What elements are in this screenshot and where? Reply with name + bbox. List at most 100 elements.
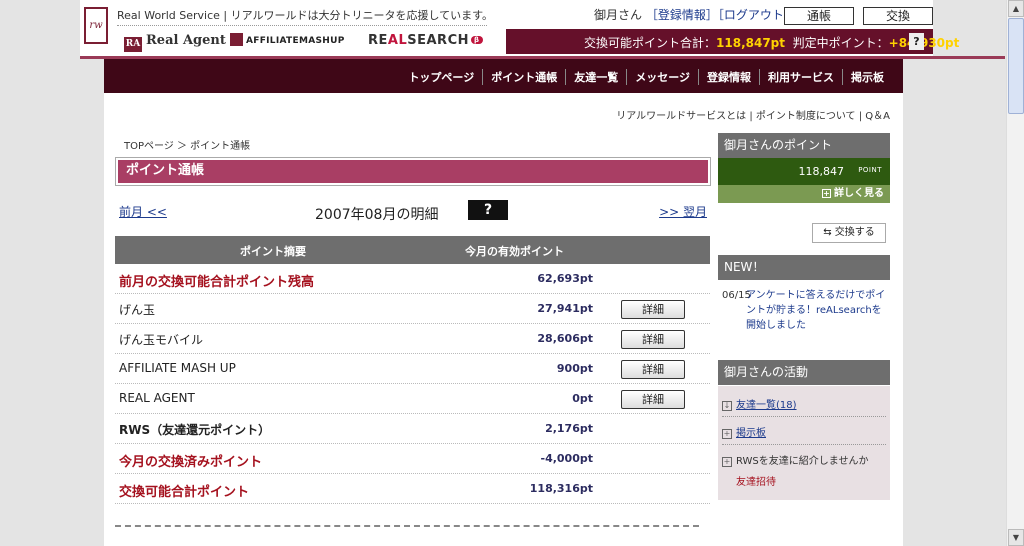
row-label: REAL AGENT [119,391,195,405]
row-value: 900pt [556,362,593,375]
divider [722,444,886,445]
realsearch-search: SEARCH [407,33,469,48]
invite-link[interactable]: 友達招待 [722,473,886,488]
main-content: トップページ ポイント通帳 友達一覧 メッセージ 登録情報 利用サービス 掲示板 リアルワー… [104,59,903,546]
exchange-points-label: 交換する [834,227,875,238]
col-header-summary: ポイント摘要 [240,245,306,258]
breadcrumb: TOPページ ＞ ポイント通帳 [124,141,251,152]
row-value: 27,941pt [537,302,593,315]
nav-item-0[interactable]: トップページ [400,69,482,85]
row-label: 前月の交換可能合計ポイント残高 [119,275,315,290]
nav-item-1[interactable]: ポイント通帳 [482,69,565,85]
row-label: げん玉 [119,303,156,317]
points-widget-value: 118,847 POINT [718,158,890,185]
nav-item-3[interactable]: メッセージ [626,69,698,85]
more-details-label: 詳しく見る [834,188,884,199]
page-title: ポイント通帳 [118,160,708,183]
row-value: 0pt [572,392,593,405]
exchange-icon: ⇆ [823,227,835,238]
more-details-link[interactable]: + 詳しく見る [718,185,890,203]
detail-button[interactable]: 詳細 [621,300,685,319]
prev-month-link[interactable]: 前月 << [119,203,167,220]
help-question-icon[interactable]: ? [468,200,508,220]
exchange-points-button[interactable]: ⇆ 交換する [812,223,886,243]
row-label: 交換可能合計ポイント [119,485,250,500]
nav-item-2[interactable]: 友達一覧 [565,69,626,85]
news-link[interactable]: アンケートに答えるだけでポイントが貯まる！reALsearchを開始しました [746,288,886,333]
row-value: -4,000pt [540,452,594,465]
row-value: 62,693pt [537,272,593,285]
table-row: げん玉モバイル 28,606pt 詳細 [115,324,710,354]
detail-button[interactable]: 詳細 [621,360,685,379]
detail-button[interactable]: 詳細 [621,390,685,409]
table-row: 交換可能合計ポイント 118,316pt [115,474,710,504]
activity-title: 御月さんの活動 [718,360,890,385]
header: rw Real World Service | リアルワールドは大分トリニータを… [80,0,959,56]
vertical-scrollbar[interactable]: ▲ ▼ [1006,0,1024,546]
invite-text: RWSを友達に紹介しませんか [736,456,869,467]
row-label: AFFILIATE MASH UP [119,361,236,375]
activity-invite: + RWSを友達に紹介しませんか友達招待 [722,452,886,488]
nav-item-5[interactable]: 利用サービス [759,69,842,85]
news-title: NEW！ [718,255,890,280]
scroll-up-icon[interactable]: ▲ [1008,0,1024,17]
points-value: 118,847pt [716,36,785,50]
realsearch-logo[interactable]: REALSEARCH β [368,33,483,48]
divider [117,25,487,26]
real-agent-logo[interactable]: RA Real Agent [124,33,226,52]
scroll-thumb[interactable] [1008,18,1024,114]
expand-icon: + [722,457,732,467]
nav-item-4[interactable]: 登録情報 [698,69,759,85]
month-nav: 前月 << 2007年08月の明細 ? >> 翌月 [115,200,711,224]
table-row: RWS（友達還元ポイント） 2,176pt [115,414,710,444]
scroll-down-icon[interactable]: ▼ [1008,529,1024,546]
points-summary: 交換可能ポイント合計：118,847pt 判定中ポイント：+84,930pt [584,34,959,51]
points-label: 交換可能ポイント合計： [584,36,717,50]
points-table: ポイント摘要 今月の有効ポイント 前月の交換可能合計ポイント残高 62,693pt… [115,236,710,504]
table-row: REAL AGENT 0pt 詳細 [115,384,710,414]
table-row: 今月の交換済みポイント -4,000pt [115,444,710,474]
passbook-button[interactable]: 通帳 [784,7,854,25]
activity-list: ↓ 友達一覧(18) + 掲示板 + RWSを友達に紹介しませんか友達招待 [718,386,890,500]
detail-button[interactable]: 詳細 [621,330,685,349]
table-row: げん玉 27,941pt 詳細 [115,294,710,324]
rw-logo[interactable]: rw [84,7,108,44]
realsearch-al: AL [387,33,408,48]
affiliate-mashup-logo[interactable]: AFFILIATEMASHUP [230,33,345,46]
judging-value: +84,930pt [888,36,960,50]
expand-icon: + [722,429,732,439]
realsearch-re: RE [368,33,388,48]
help-icon[interactable]: ? [909,33,924,50]
divider [722,416,886,417]
plus-icon: + [822,189,831,198]
col-header-points: 今月の有効ポイント [465,245,564,258]
affiliate-mark-icon [230,33,243,46]
page: rw Real World Service | リアルワールドは大分トリニータを… [0,0,1006,546]
next-month-link[interactable]: >> 翌月 [659,203,707,220]
sub-links[interactable]: リアルワールドサービスとは | ポイント制度について | Q＆A [616,107,890,122]
table-row: AFFILIATE MASH UP 900pt 詳細 [115,354,710,384]
affiliate-name: AFFILIATEMASHUP [246,36,345,46]
row-value: 118,316pt [529,482,593,495]
points-unit: POINT [858,166,882,174]
user-row: 御月さん ［登録情報］［ログアウト］ [594,6,796,23]
board-link[interactable]: 掲示板 [736,428,766,439]
expand-icon: ↓ [722,401,732,411]
activity-board: + 掲示板 [722,424,886,439]
register-info-link[interactable]: ［登録情報］ [646,8,718,22]
dashed-divider [115,525,699,527]
friends-link[interactable]: 友達一覧(18) [736,400,797,411]
points-widget-title: 御月さんのポイント [718,133,890,158]
table-row: 前月の交換可能合計ポイント残高 62,693pt [115,264,710,294]
global-nav: トップページ ポイント通帳 友達一覧 メッセージ 登録情報 利用サービス 掲示板 [104,59,903,93]
activity-friends: ↓ 友達一覧(18) [722,396,886,411]
nav-item-6[interactable]: 掲示板 [842,69,892,85]
points-bar: 交換可能ポイント合計：118,847pt 判定中ポイント：+84,930pt ? [506,29,959,54]
user-name: 御月さん [594,8,643,22]
row-label: げん玉モバイル [119,333,204,347]
service-text: Real World Service | リアルワールドは大分トリニータを応援し… [117,9,494,22]
row-value: 2,176pt [545,422,593,435]
exchange-button[interactable]: 交換 [863,7,933,25]
table-body: 前月の交換可能合計ポイント残高 62,693pt げん玉 27,941pt 詳細 げん玉モ… [115,264,710,504]
nav-items: トップページ ポイント通帳 友達一覧 メッセージ 登録情報 利用サービス 掲示板 [400,69,892,85]
